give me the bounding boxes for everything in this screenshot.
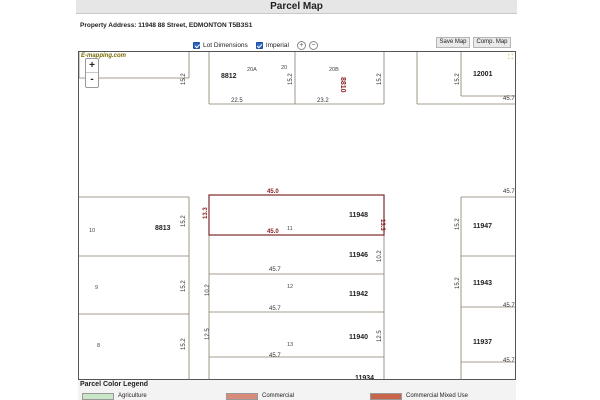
map-zoom-control: + -: [85, 58, 99, 88]
map-label-dim: 45.7: [503, 189, 515, 195]
imperial-label: Imperial: [265, 41, 289, 49]
title-bar: Parcel Map: [76, 0, 517, 14]
map-label-dim: 10.2: [205, 284, 211, 296]
legend-item-agriculture: Agriculture: [82, 392, 147, 400]
map-label-address: 11947: [473, 223, 492, 230]
legend-label: Commercial Mixed Use: [406, 393, 469, 399]
comp-map-button[interactable]: Comp. Map: [473, 37, 511, 48]
parcel-map-canvas: 8812 20A 20 20B8810 12001 15.2 15.2 15.2 22.5 23.…: [79, 52, 515, 379]
legend-swatch: [370, 392, 402, 400]
map-label-dim: 15.2: [181, 73, 187, 85]
map-label-dim: 15.2: [181, 215, 187, 227]
map-label-dim-red: 13.3: [379, 219, 385, 231]
imperial-checkbox[interactable]: [255, 41, 263, 49]
map-label-address: 8812: [221, 73, 237, 80]
map-label-dim: 23.2: [317, 98, 329, 104]
map-label-address: 11940: [349, 334, 368, 341]
property-address: Property Address: 11948 88 Street, EDMON…: [80, 22, 253, 29]
map-label-address: 11948: [349, 212, 368, 219]
map-label-dim: 15.2: [455, 277, 461, 289]
map-label-lot: 20: [281, 65, 287, 71]
map-label-address: 12001: [473, 71, 493, 78]
map-label-address: 11937: [473, 339, 492, 346]
save-map-button[interactable]: Save Map: [436, 37, 470, 48]
map-label-dim: 15.2: [377, 73, 383, 85]
parcel-color-legend: Parcel Color Legend Agriculture Commerci…: [78, 380, 516, 400]
map-zoom-out-button[interactable]: -: [86, 73, 98, 87]
map-label-lot: 8: [97, 343, 100, 349]
lot-dimensions-label: Lot Dimensions: [203, 41, 248, 49]
parcel-map-window: Parcel Map Property Address: 11948 88 St…: [0, 0, 600, 400]
map-label-dim-red: 13.3: [203, 207, 209, 219]
map-label-address-red: 8810: [339, 77, 346, 93]
map-label-lot: 9: [95, 285, 98, 291]
map-label-lot: 20A: [247, 67, 257, 73]
zoom-out-circle-icon[interactable]: −: [308, 40, 318, 50]
map-label-dim: 15.2: [455, 73, 461, 85]
map-label-dim: 45.7: [269, 353, 281, 359]
zoom-in-circle-icon[interactable]: +: [296, 40, 306, 50]
legend-item-commercial-mixed-use: Commercial Mixed Use: [370, 392, 468, 400]
map-label-dim: 45.7: [503, 358, 515, 364]
map-label-lot: 20B: [329, 67, 339, 73]
parcel-map[interactable]: 8812 20A 20 20B 8810 12001 15.2 15.2 15.2 22.5 23.…: [78, 51, 516, 380]
window-title: Parcel Map: [270, 1, 323, 12]
map-label-dim: 15.2: [455, 218, 461, 230]
map-label-address: 11943: [473, 280, 492, 287]
map-label-dim: 45.7: [269, 267, 281, 273]
map-layers-icon[interactable]: ⛶: [508, 54, 513, 62]
map-label-dim: 45.7: [503, 303, 515, 309]
map-label-dim: 22.5: [231, 98, 243, 104]
map-label-dim-red: 45.0: [267, 189, 279, 195]
lot-dimensions-checkbox[interactable]: [193, 41, 200, 49]
map-controls: Lot Dimensions Imperial + −: [193, 40, 321, 50]
map-label-dim: 15.2: [181, 280, 187, 292]
map-label-lot: 10: [89, 228, 95, 234]
legend-swatch: [226, 392, 258, 400]
map-label-dim: 45.7: [503, 96, 515, 102]
map-label-lot: 12: [287, 284, 293, 290]
legend-label: Agriculture: [118, 393, 147, 399]
map-label-lot: 11: [287, 226, 293, 232]
map-label-dim-red: 45.0: [267, 229, 279, 235]
legend-label: Commercial: [262, 393, 295, 399]
map-label-dim: 12.5: [205, 328, 211, 340]
map-label-dim: 15.2: [181, 338, 187, 350]
map-label-address: 11942: [349, 291, 368, 298]
map-zoom-in-button[interactable]: +: [86, 59, 98, 73]
map-label-address: 8813: [155, 225, 171, 232]
map-label-dim: 15.2: [288, 73, 294, 85]
map-label-dim: 45.7: [269, 306, 281, 312]
map-label-dim: 12.5: [377, 330, 383, 342]
map-label-address: 11946: [349, 252, 368, 259]
map-label-lot: 13: [287, 342, 293, 348]
legend-item-commercial: Commercial: [226, 392, 294, 400]
map-label-dim: 10.2: [377, 250, 383, 262]
legend-title: Parcel Color Legend: [80, 381, 149, 388]
legend-swatch: [82, 392, 114, 400]
